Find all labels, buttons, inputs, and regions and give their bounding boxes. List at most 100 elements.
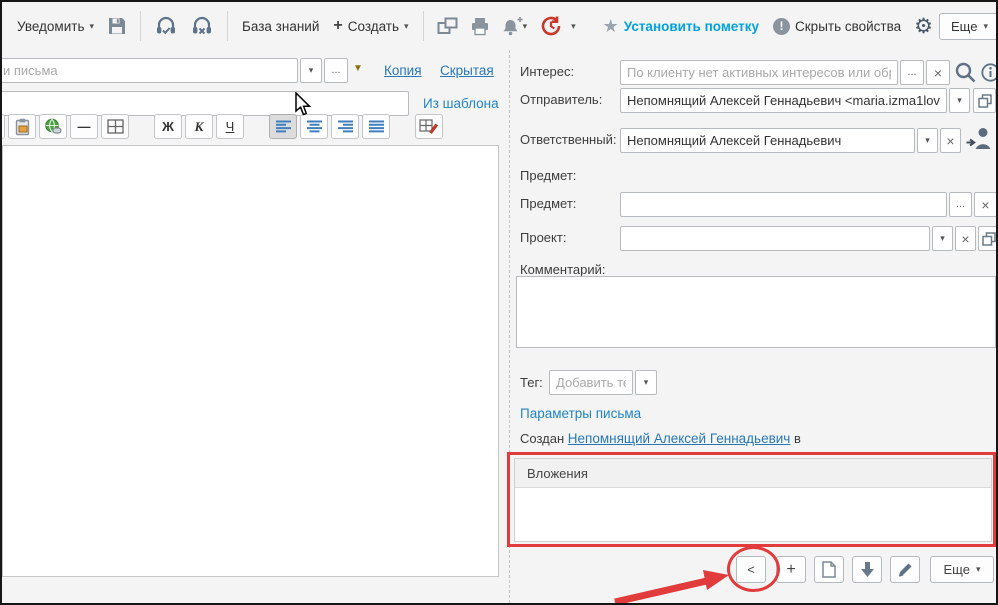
interest-select-button[interactable]: ... — [900, 60, 924, 85]
close-icon: × — [961, 232, 969, 246]
project-input[interactable] — [620, 226, 930, 251]
sender-dropdown-button[interactable]: ▾ — [949, 88, 970, 113]
align-center-icon — [306, 120, 323, 133]
toolbar-separator — [140, 11, 141, 41]
align-left-button[interactable] — [269, 114, 297, 139]
align-left-icon — [275, 120, 292, 133]
attachments-edit-button[interactable] — [890, 556, 920, 583]
copy-link[interactable]: Копия — [384, 63, 422, 78]
hide-properties-label: Скрыть свойства — [795, 19, 901, 34]
chevron-down-icon: ▾ — [957, 96, 962, 105]
attachments-list[interactable] — [515, 488, 991, 541]
chevron-down-icon: ▾ — [644, 378, 649, 387]
ellipsis-icon: ... — [907, 67, 916, 78]
subject-clear-button[interactable]: × — [974, 192, 997, 217]
from-template-link[interactable]: Из шаблона — [423, 96, 499, 111]
interest-input[interactable] — [620, 60, 898, 85]
responsible-clear-button[interactable]: × — [940, 128, 961, 153]
change-form-button[interactable] — [431, 13, 464, 40]
sender-open-button[interactable] — [973, 88, 996, 113]
headset-accept-icon — [154, 16, 178, 37]
subject-input[interactable] — [0, 91, 409, 116]
set-mark-label: Установить пометку — [624, 19, 759, 34]
info-icon — [981, 63, 998, 82]
reminder-button[interactable]: ▾ — [496, 13, 534, 40]
message-body-editor[interactable] — [2, 145, 499, 577]
bold-button[interactable]: Ж — [154, 114, 182, 139]
align-center-button[interactable] — [300, 114, 328, 139]
sender-input[interactable] — [620, 88, 947, 113]
subject-ref-input[interactable] — [620, 192, 947, 217]
recipients-dropdown-button[interactable]: ▾ — [300, 58, 322, 83]
horizontal-line-icon: — — [78, 119, 91, 134]
paste-button[interactable] — [8, 114, 36, 139]
recipients-select-button[interactable]: ... — [324, 58, 348, 83]
properties-panel: Интерес: ... × Отправитель: ▾ — [512, 50, 996, 603]
print-button[interactable] — [464, 13, 496, 40]
subject-select-button[interactable]: ... — [949, 192, 972, 217]
tag-dropdown-button[interactable]: ▾ — [635, 370, 657, 395]
toolbar-more-button[interactable]: Еще ▾ — [939, 13, 998, 40]
project-clear-button[interactable]: × — [955, 226, 976, 251]
bcc-link[interactable]: Скрытая — [440, 63, 494, 78]
attachments-download-button[interactable] — [852, 556, 882, 583]
create-label: Создать — [348, 19, 399, 34]
chevron-down-icon: ▾ — [940, 234, 945, 243]
star-icon: ★ — [603, 17, 619, 35]
toolbar-separator — [227, 11, 228, 41]
knowledge-base-button[interactable]: База знаний — [235, 14, 326, 39]
created-author-link[interactable]: Непомнящий Алексей Геннадьевич — [568, 431, 791, 446]
responsible-input[interactable] — [620, 128, 915, 153]
interest-search-button[interactable] — [954, 61, 977, 84]
save-button[interactable] — [101, 12, 133, 40]
panel-splitter[interactable] — [509, 50, 510, 603]
email-params-link[interactable]: Параметры письма — [520, 406, 641, 421]
align-right-button[interactable] — [331, 114, 359, 139]
align-right-icon — [337, 120, 354, 133]
comment-textarea[interactable] — [516, 276, 996, 348]
sender-label: Отправитель: — [520, 92, 602, 107]
cutoff-format-button[interactable] — [0, 114, 5, 139]
tag-label: Тег: — [520, 375, 543, 390]
windows-icon — [437, 17, 458, 36]
clock-refresh-icon — [539, 14, 563, 38]
assign-to-me-button[interactable] — [965, 126, 993, 151]
interest-info-button[interactable] — [981, 63, 998, 82]
chevron-down-icon: ▾ — [925, 136, 930, 145]
format-toolbar: — Ж К Ч — [0, 114, 446, 139]
bold-label: Ж — [162, 119, 174, 134]
insert-link-button[interactable] — [39, 114, 67, 139]
set-mark-button[interactable]: ★ Установить пометку — [596, 12, 766, 40]
recipients-expand-button[interactable]: ▼ — [353, 63, 363, 74]
notify-button[interactable]: Уведомить ▾ — [10, 14, 101, 39]
comment-label: Комментарий: — [520, 262, 606, 277]
align-justify-button[interactable] — [362, 114, 390, 139]
chevron-down-icon: ▾ — [983, 22, 988, 31]
project-dropdown-button[interactable]: ▾ — [932, 226, 953, 251]
attachments-collapse-button[interactable]: < — [736, 556, 766, 583]
postpone-button[interactable]: ▾ — [533, 10, 582, 42]
italic-button[interactable]: К — [185, 114, 213, 139]
annotation-arrow — [607, 562, 737, 605]
recipients-input[interactable] — [0, 58, 298, 83]
attachments-add-button[interactable]: + — [776, 556, 806, 583]
hide-properties-button[interactable]: ! Скрыть свойства — [766, 13, 908, 40]
project-open-button[interactable] — [978, 226, 998, 251]
interest-clear-button[interactable]: × — [926, 60, 950, 85]
accept-call-icon-button[interactable] — [148, 12, 184, 41]
responsible-dropdown-button[interactable]: ▾ — [917, 128, 938, 153]
settings-button[interactable]: ⚙ — [908, 12, 939, 41]
chevron-left-icon: < — [747, 562, 755, 577]
person-arrow-icon — [965, 126, 993, 151]
insert-table-button[interactable] — [101, 114, 129, 139]
notify-label: Уведомить — [17, 19, 84, 34]
underline-button[interactable]: Ч — [216, 114, 244, 139]
edit-table-button[interactable] — [415, 114, 443, 139]
attachments-more-button[interactable]: Еще ▾ — [930, 556, 994, 583]
reject-call-icon-button[interactable] — [184, 12, 220, 41]
horizontal-line-button[interactable]: — — [70, 114, 98, 139]
create-button[interactable]: + Создать ▾ — [326, 12, 415, 40]
chevron-down-solid-icon: ▼ — [353, 63, 363, 74]
attachments-new-file-button[interactable] — [814, 556, 844, 583]
tag-input[interactable] — [549, 370, 633, 395]
